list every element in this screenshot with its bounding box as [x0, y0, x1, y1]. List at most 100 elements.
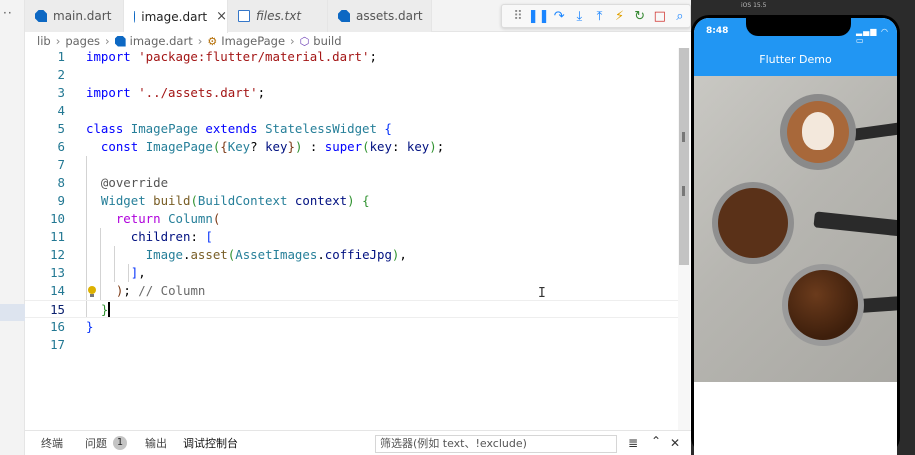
- code-token: // Column: [138, 283, 206, 298]
- tab-files-txt[interactable]: files.txt: [228, 0, 328, 32]
- line-number: 4: [57, 103, 65, 118]
- code-line[interactable]: 1 import 'package:flutter/material.dart';: [25, 48, 681, 66]
- line-number: 6: [57, 139, 65, 154]
- drag-handle-icon[interactable]: ⠿: [508, 6, 528, 26]
- panel-tab-debug-console[interactable]: 调试控制台: [183, 435, 238, 451]
- code-line[interactable]: 8 @override: [25, 174, 681, 192]
- code-token: ;: [257, 85, 266, 100]
- tab-label: files.txt: [256, 9, 302, 23]
- status-time: 8:48: [706, 26, 729, 36]
- code-token: [: [205, 229, 213, 244]
- word-wrap-icon[interactable]: ≣: [628, 436, 638, 450]
- phone-screen: 8:48 ▂▄▆ ◠ ▭ Flutter Demo: [694, 18, 897, 455]
- tab-assets-dart[interactable]: assets.dart: [328, 0, 432, 32]
- breadcrumb-lib[interactable]: lib: [37, 34, 51, 48]
- code-token: extends: [205, 121, 266, 136]
- code-line[interactable]: 15 }: [25, 300, 681, 318]
- pause-icon[interactable]: ❚❚: [528, 6, 550, 26]
- code-line[interactable]: 3 import '../assets.dart';: [25, 84, 681, 102]
- code-text: @override: [86, 174, 168, 192]
- code-line[interactable]: 6 const ImagePage({Key? key}) : super(ke…: [25, 138, 681, 156]
- restart-icon[interactable]: ↻: [630, 6, 650, 26]
- panel-tab-problems[interactable]: 问题 1: [85, 435, 127, 451]
- tab-image-dart[interactable]: image.dart ×: [124, 0, 228, 33]
- line-number: 10: [50, 211, 65, 226]
- collapse-panel-icon[interactable]: ⌃: [651, 434, 661, 448]
- ground-coffee: [718, 188, 788, 258]
- hot-reload-icon[interactable]: ⚡: [610, 6, 630, 26]
- inspect-icon[interactable]: ⌕: [670, 6, 690, 26]
- code-line[interactable]: 7: [25, 156, 681, 174]
- explorer-selection: [0, 304, 25, 321]
- panel-tab-terminal[interactable]: 终端: [41, 435, 63, 451]
- breadcrumb-method[interactable]: ⬡ build: [300, 34, 342, 48]
- code-text: Widget build(BuildContext context) {: [86, 192, 370, 210]
- chevron-right-icon: ›: [55, 34, 61, 48]
- line-number: 17: [50, 337, 65, 352]
- app-title: Flutter Demo: [759, 53, 832, 66]
- tab-bar: main.dart image.dart × files.txt assets.…: [25, 0, 691, 33]
- tab-main-dart[interactable]: main.dart: [25, 0, 124, 32]
- code-token: Column: [168, 211, 213, 226]
- code-text: const ImagePage({Key? key}) : super(key:…: [86, 138, 444, 156]
- more-icon[interactable]: ··: [3, 6, 13, 20]
- chevron-right-icon: ›: [290, 34, 295, 48]
- dart-icon: [114, 35, 126, 47]
- code-token: :: [302, 139, 325, 154]
- line-number: 15: [50, 302, 65, 317]
- vertical-scrollbar[interactable]: [678, 48, 690, 430]
- code-token: class: [86, 121, 131, 136]
- step-over-icon[interactable]: ↷: [549, 6, 569, 26]
- scroll-thumb[interactable]: [679, 48, 689, 265]
- step-into-icon[interactable]: ⤓: [569, 6, 589, 26]
- code-token: ,: [399, 247, 407, 262]
- code-line[interactable]: 10 return Column(: [25, 210, 681, 228]
- code-line[interactable]: 4: [25, 102, 681, 120]
- editor: main.dart image.dart × files.txt assets.…: [25, 0, 691, 455]
- line-number: 3: [57, 85, 65, 100]
- stop-icon[interactable]: □: [650, 6, 670, 26]
- code-token: children: [130, 229, 191, 244]
- code-text: ],: [86, 264, 146, 282]
- code-line[interactable]: 13 ],: [25, 264, 681, 282]
- code-token: :: [190, 229, 206, 244]
- code-token: key: [406, 139, 430, 154]
- breadcrumb-class[interactable]: ⚙ ImagePage: [207, 34, 285, 48]
- panel-tab-label: 调试控制台: [183, 437, 238, 450]
- filter-input[interactable]: 筛选器(例如 text、!exclude): [375, 435, 617, 453]
- panel-tab-output[interactable]: 输出: [145, 435, 167, 451]
- code-token: Key: [227, 139, 251, 154]
- code-line[interactable]: 14 ); // Column: [25, 282, 681, 300]
- code-line[interactable]: 11 children: [: [25, 228, 681, 246]
- lightbulb-icon[interactable]: [87, 286, 97, 298]
- breadcrumb-file[interactable]: image.dart: [114, 34, 193, 48]
- breadcrumb-pages[interactable]: pages: [65, 34, 100, 48]
- code-line[interactable]: 16}: [25, 318, 681, 336]
- code-token: (: [212, 211, 221, 226]
- line-number: 16: [50, 319, 65, 334]
- code-token: StatelessWidget: [265, 121, 385, 136]
- close-panel-icon[interactable]: ✕: [670, 436, 680, 450]
- file-icon: [238, 10, 250, 22]
- code-area[interactable]: 1 import 'package:flutter/material.dart';…: [25, 48, 681, 378]
- code-line[interactable]: 17: [25, 336, 681, 354]
- step-out-icon[interactable]: ⤒: [589, 6, 609, 26]
- code-text: ); // Column: [86, 282, 206, 300]
- latte-art: [802, 112, 834, 150]
- line-number: 7: [57, 157, 65, 172]
- bottom-panel: 终端 问题 1 输出 调试控制台 筛选器(例如 text、!exclude) ≣ …: [25, 430, 691, 455]
- code-line[interactable]: 12 Image.asset(AssetImages.coffieJpg),: [25, 246, 681, 264]
- close-icon[interactable]: ×: [216, 9, 227, 24]
- code-line[interactable]: 2: [25, 66, 681, 84]
- status-bar: 8:48 ▂▄▆ ◠ ▭: [694, 18, 897, 45]
- code-token: Image: [145, 247, 183, 262]
- code-line[interactable]: 9 Widget build(BuildContext context) {: [25, 192, 681, 210]
- signal-wifi-battery-icon: ▂▄▆ ◠ ▭: [856, 27, 889, 45]
- code-token: import: [86, 49, 139, 64]
- code-line[interactable]: 5 class ImagePage extends StatelessWidget…: [25, 120, 681, 138]
- code-text: class ImagePage extends StatelessWidget …: [86, 120, 392, 138]
- code-token: .: [317, 247, 325, 262]
